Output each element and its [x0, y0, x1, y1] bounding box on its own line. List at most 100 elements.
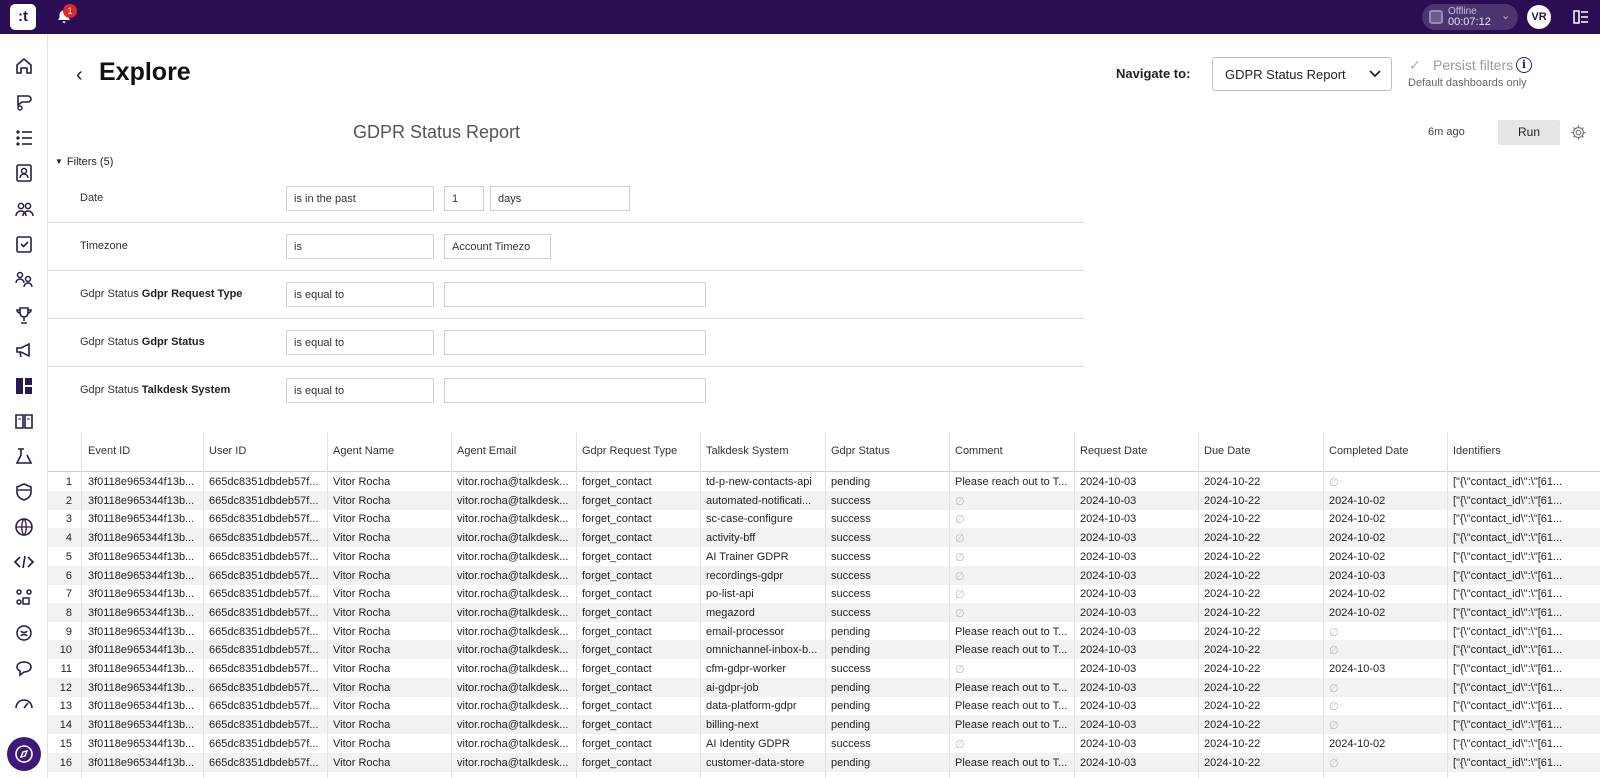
filter-value-input[interactable]: [444, 330, 706, 355]
table-row[interactable]: 7 3f0118e965344f13b... 665dc8351dbdeb57f..…: [48, 584, 1600, 603]
flow-icon[interactable]: [13, 445, 35, 467]
tasks-icon[interactable]: [13, 233, 35, 255]
table-cell: ∅: [1329, 701, 1339, 714]
column-header[interactable]: Identifiers: [1453, 445, 1501, 457]
list-icon[interactable]: [13, 127, 35, 149]
apps-menu-icon[interactable]: [1573, 9, 1589, 25]
filter-value-input[interactable]: [444, 378, 706, 403]
chat-icon[interactable]: [13, 657, 35, 679]
column-header[interactable]: Due Date: [1204, 445, 1250, 457]
dashboard-icon[interactable]: [13, 375, 35, 397]
trophy-icon[interactable]: [13, 304, 35, 326]
table-row[interactable]: 2 3f0118e965344f13b... 665dc8351dbdeb57f..…: [48, 490, 1600, 510]
table-cell: forget_contact: [582, 756, 652, 769]
conversations-icon[interactable]: [13, 91, 35, 113]
column-header[interactable]: Agent Name: [333, 445, 394, 457]
campaigns-icon[interactable]: [13, 339, 35, 361]
table-cell: 2024-10-03: [1080, 756, 1137, 769]
table-cell: forget_contact: [582, 532, 652, 545]
speed-icon[interactable]: [13, 693, 35, 715]
column-header[interactable]: Talkdesk System: [706, 445, 789, 457]
agent-status-selector[interactable]: Offline 00:07:12 ⌄: [1422, 4, 1518, 30]
filters-toggle[interactable]: ▼ Filters (5): [55, 156, 113, 168]
filter-operator-select[interactable]: is equal to: [286, 282, 434, 307]
table-cell: 2024-10-03: [1080, 700, 1137, 713]
table-cell: Vitor Rocha: [333, 681, 391, 694]
table-cell: ∅: [1329, 757, 1339, 770]
table-row[interactable]: 10 3f0118e965344f13b... 665dc8351dbdeb57f.…: [48, 640, 1600, 660]
users-icon[interactable]: [13, 268, 35, 290]
ai-icon[interactable]: [13, 622, 35, 644]
filter-row-talkdesk-system: Gdpr Status Talkdesk System is equal to: [48, 367, 1084, 415]
row-number: 2: [65, 494, 72, 507]
table-cell: ["{\"contact_id\":\"[61...: [1453, 569, 1563, 582]
integrations-icon[interactable]: [13, 586, 35, 608]
filter-operator-select[interactable]: is: [286, 234, 434, 259]
contacts-icon[interactable]: [13, 162, 35, 184]
table-cell: 3f0118e965344f13b...: [88, 606, 195, 619]
avatar[interactable]: VR: [1527, 5, 1551, 29]
column-divider: [327, 432, 328, 778]
table-cell: 2024-10-02: [1329, 737, 1386, 750]
table-row[interactable]: 15 3f0118e965344f13b... 665dc8351dbdeb57f.…: [48, 734, 1600, 753]
filter-operator-select[interactable]: is equal to: [286, 378, 434, 403]
filter-value-input[interactable]: Account Timezo: [444, 234, 551, 259]
chevron-down-icon: [1369, 70, 1381, 78]
filter-value-input[interactable]: [444, 282, 706, 307]
table-row[interactable]: 11 3f0118e965344f13b... 665dc8351dbdeb57f.…: [48, 659, 1600, 678]
navigate-to-select[interactable]: GDPR Status Report: [1212, 57, 1392, 91]
globe-icon[interactable]: [13, 516, 35, 538]
table-cell: 2024-10-22: [1204, 513, 1261, 526]
table-cell: 2024-10-02: [1329, 513, 1386, 526]
table-row[interactable]: 12 3f0118e965344f13b... 665dc8351dbdeb57f.…: [48, 677, 1600, 697]
shield-icon[interactable]: [13, 481, 35, 503]
table-row[interactable]: 16 3f0118e965344f13b... 665dc8351dbdeb57f.…: [48, 752, 1600, 772]
column-header[interactable]: Completed Date: [1329, 445, 1409, 457]
table-row[interactable]: 8 3f0118e965344f13b... 665dc8351dbdeb57f..…: [48, 602, 1600, 622]
table-row[interactable]: 13 3f0118e965344f13b... 665dc8351dbdeb57f.…: [48, 696, 1600, 715]
column-header[interactable]: User ID: [209, 445, 246, 457]
table-row[interactable]: 6 3f0118e965344f13b... 665dc8351dbdeb57f..…: [48, 565, 1600, 585]
gear-icon[interactable]: [1570, 124, 1587, 141]
filter-unit-select[interactable]: days: [490, 186, 630, 211]
column-header[interactable]: Event ID: [88, 445, 130, 457]
talkdesk-logo[interactable]: :t: [10, 4, 36, 30]
table-row[interactable]: 1 3f0118e965344f13b... 665dc8351dbdeb57f..…: [48, 472, 1600, 491]
table-cell: ["{\"contact_id\":\"[61...: [1453, 719, 1563, 732]
filter-label-prefix: Date: [80, 192, 104, 204]
row-number: 3: [65, 513, 72, 526]
column-header[interactable]: Request Date: [1080, 445, 1147, 457]
info-icon[interactable]: i: [1516, 57, 1532, 73]
table-cell: vitor.rocha@talkdesk...: [457, 663, 569, 675]
column-header[interactable]: Agent Email: [457, 445, 516, 457]
table-row[interactable]: 9 3f0118e965344f13b... 665dc8351dbdeb57f..…: [48, 622, 1600, 641]
run-button[interactable]: Run: [1498, 120, 1560, 145]
filter-operator-select[interactable]: is in the past: [286, 186, 434, 211]
table-cell: 3f0118e965344f13b...: [88, 476, 195, 488]
table-cell: 2024-10-03: [1080, 588, 1137, 601]
knowledge-icon[interactable]: [13, 410, 35, 432]
table-cell: forget_contact: [582, 494, 652, 507]
table-cell: 3f0118e965344f13b...: [88, 681, 195, 694]
home-icon[interactable]: [13, 55, 35, 77]
persist-filters-checkbox[interactable]: ✓: [1409, 57, 1421, 74]
table-cell: 2024-10-22: [1204, 550, 1261, 563]
column-header[interactable]: Comment: [955, 445, 1003, 457]
table-cell: success: [831, 588, 871, 601]
filter-operator-select[interactable]: is equal to: [286, 330, 434, 355]
table-row[interactable]: 14 3f0118e965344f13b... 665dc8351dbdeb57f.…: [48, 715, 1600, 735]
filter-value-input[interactable]: 1: [444, 186, 484, 211]
team-icon[interactable]: [13, 198, 35, 220]
table-row[interactable]: 3 3f0118e965344f13b... 665dc8351dbdeb57f..…: [48, 509, 1600, 528]
back-arrow-icon[interactable]: ‹: [76, 64, 83, 87]
column-header[interactable]: Gdpr Status: [831, 445, 890, 457]
filter-label-prefix: Gdpr Status: [80, 384, 142, 396]
chevron-down-icon: ⌄: [1501, 10, 1511, 22]
table-row[interactable]: 4 3f0118e965344f13b... 665dc8351dbdeb57f..…: [48, 528, 1600, 548]
code-icon[interactable]: [13, 551, 35, 573]
explore-icon[interactable]: [7, 737, 41, 771]
table-cell: 665dc8351dbdeb57f...: [209, 494, 319, 507]
report-title: GDPR Status Report: [353, 122, 521, 142]
column-header[interactable]: Gdpr Request Type: [582, 445, 677, 457]
table-row[interactable]: 5 3f0118e965344f13b... 665dc8351dbdeb57f..…: [48, 547, 1600, 566]
